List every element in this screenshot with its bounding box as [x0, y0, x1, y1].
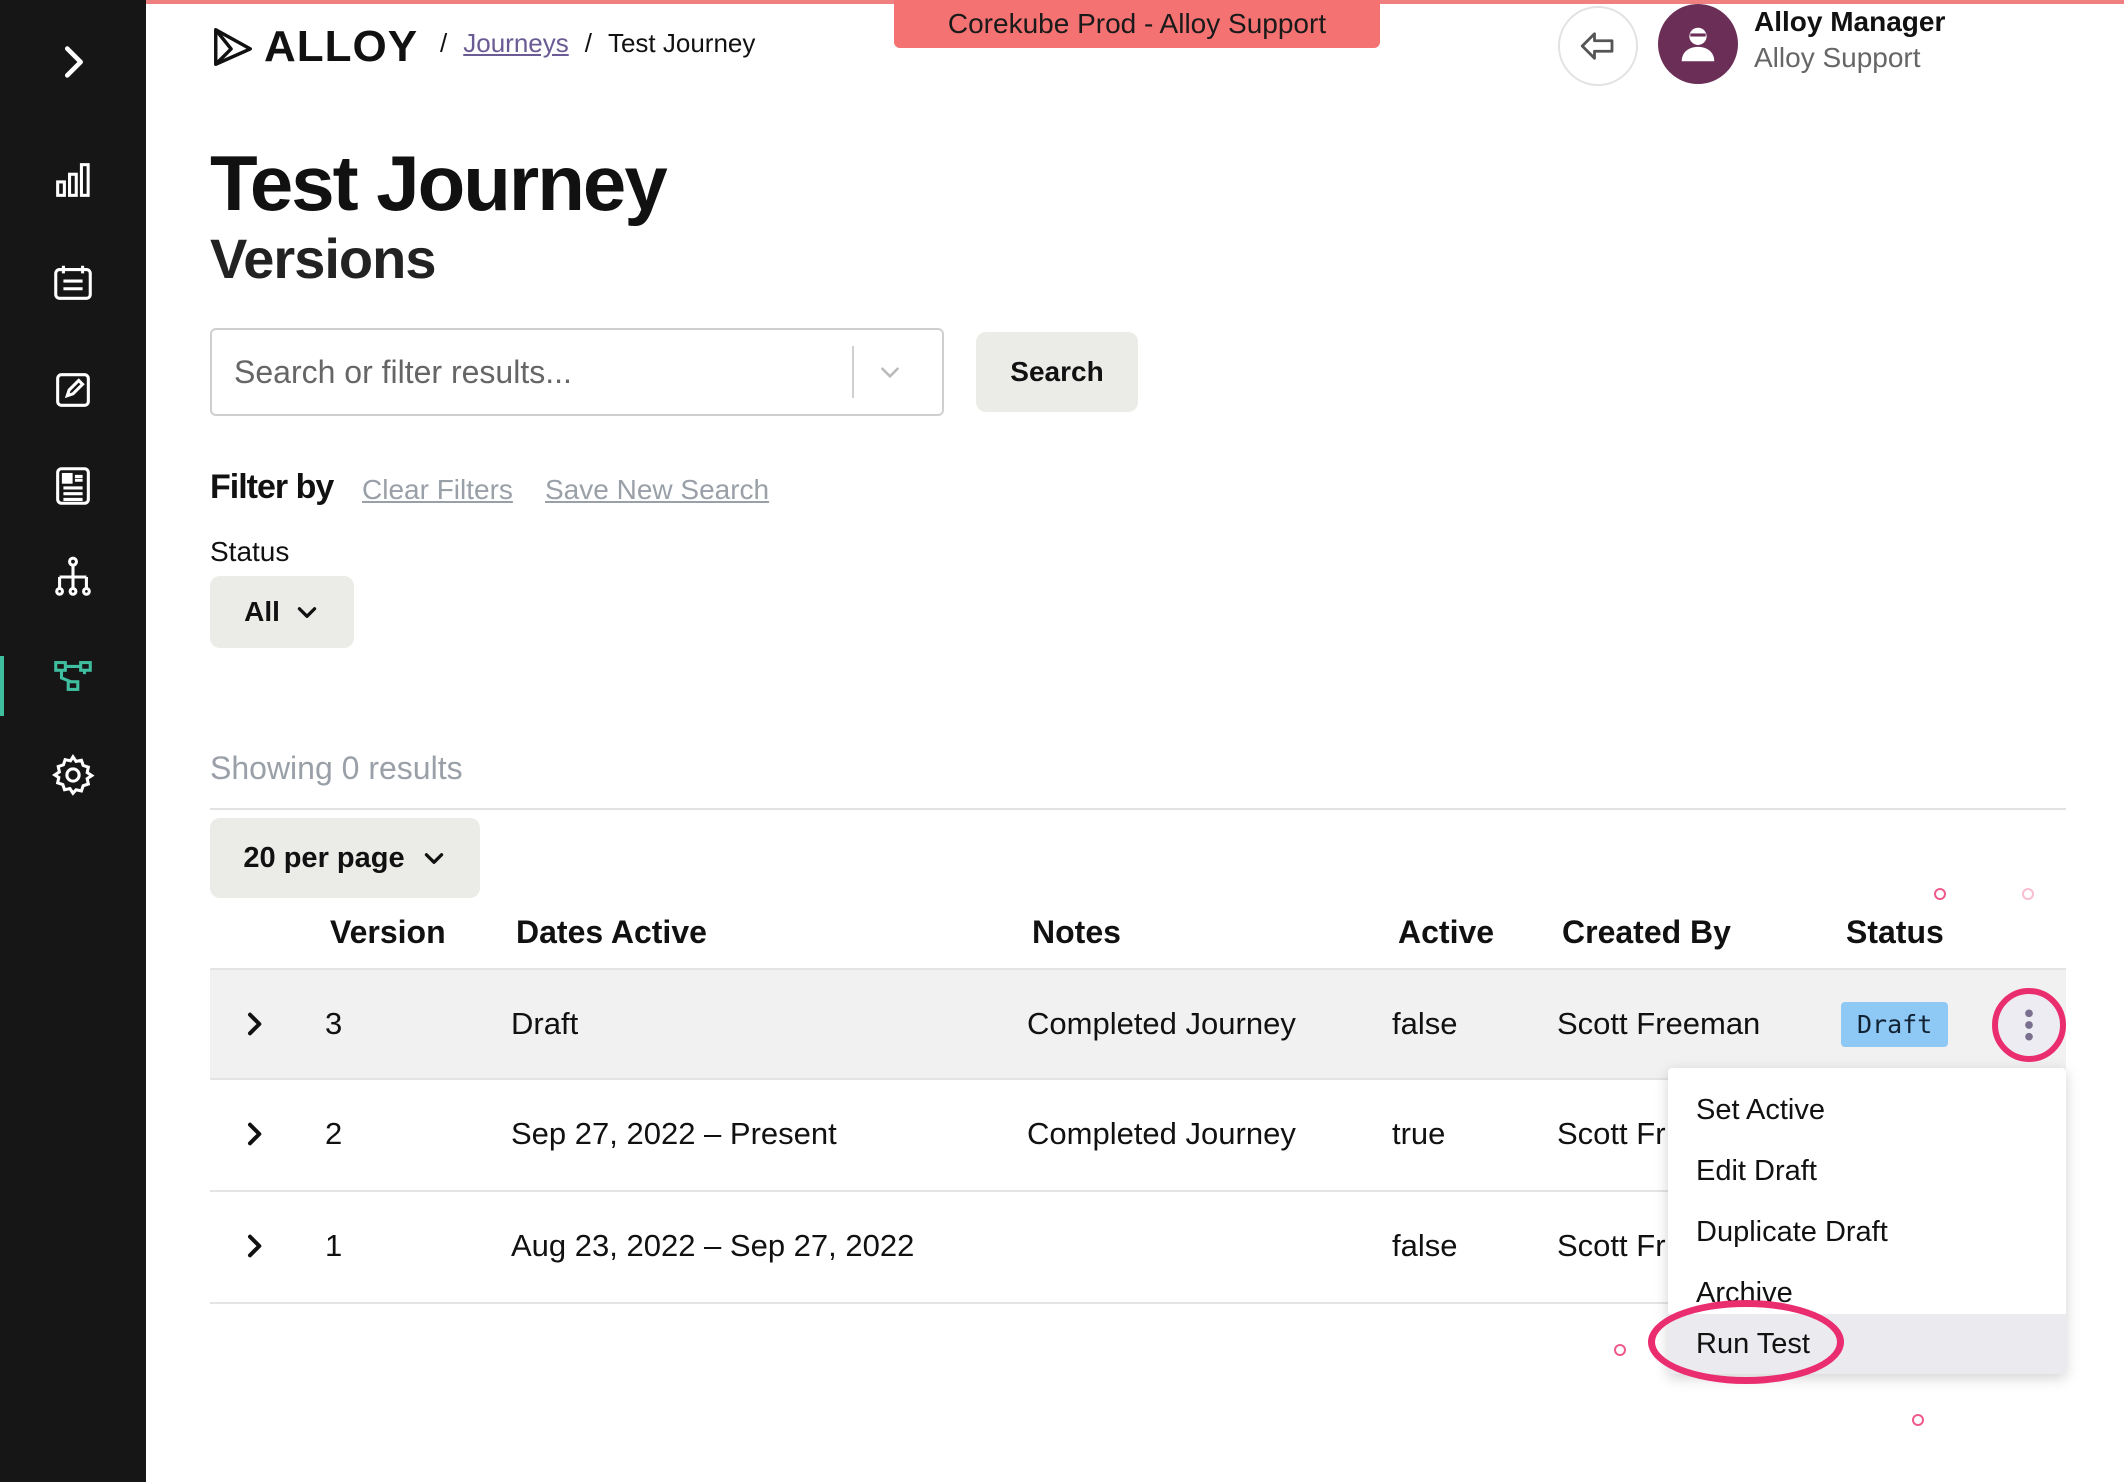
sidebar-item-hierarchy[interactable]: [0, 537, 146, 617]
chevron-right-icon: [248, 1234, 262, 1258]
notes-cell: Completed Journey: [1027, 1006, 1296, 1041]
document-icon: [56, 467, 90, 505]
sidebar-item-applications[interactable]: [0, 243, 146, 323]
back-arrow-icon: [1580, 32, 1614, 60]
breadcrumb-current: Test Journey: [607, 28, 756, 58]
column-header-created-by[interactable]: Created By: [1562, 914, 1731, 951]
dates-active-cell: Aug 23, 2022 – Sep 27, 2022: [511, 1228, 915, 1263]
chevron-right-icon: [248, 1012, 262, 1036]
created-by-cell: Scott Fr: [1557, 1116, 1666, 1151]
divider: [210, 808, 2066, 810]
breadcrumb-journeys-link[interactable]: Journeys: [463, 28, 569, 59]
column-header-status[interactable]: Status: [1846, 914, 1944, 951]
table-row[interactable]: 3 Draft Completed Journey false Scott Fr…: [210, 968, 2066, 1080]
sidebar-item-documents[interactable]: [0, 446, 146, 526]
column-header-dates-active[interactable]: Dates Active: [516, 914, 707, 951]
page-subtitle: Versions: [210, 227, 436, 290]
sidebar-item-journeys[interactable]: [0, 636, 146, 716]
annotation-dot: [1912, 1414, 1924, 1426]
status-filter-dropdown[interactable]: All: [210, 576, 354, 648]
gear-icon: [51, 753, 95, 796]
breadcrumb-separator: /: [584, 28, 592, 58]
breadcrumb-separator: /: [440, 28, 448, 58]
per-page-value: 20 per page: [243, 841, 405, 874]
chevron-down-icon: [424, 853, 443, 864]
user-icon: [1681, 27, 1715, 62]
column-header-active[interactable]: Active: [1398, 914, 1494, 951]
alloy-logo-icon: [214, 28, 252, 66]
back-button[interactable]: [1558, 6, 1638, 86]
search-box: [210, 328, 944, 416]
status-cell: Draft: [1841, 970, 1949, 1078]
row-actions-button[interactable]: [1992, 988, 2066, 1062]
row-expand-button[interactable]: [238, 1192, 270, 1300]
dates-active-cell: Sep 27, 2022 – Present: [511, 1116, 837, 1151]
created-by-cell: Scott Freeman: [1557, 1006, 1761, 1041]
sidebar-item-dashboard[interactable]: [0, 140, 146, 220]
notes-cell: Completed Journey: [1027, 1116, 1296, 1151]
status-filter-label: Status: [210, 536, 290, 567]
chevron-right-icon: [248, 1122, 262, 1146]
annotation-dot: [2022, 888, 2034, 900]
sidebar-expand-button[interactable]: [0, 22, 146, 102]
user-name: Alloy Manager: [1754, 6, 1946, 37]
annotation-dot: [1934, 888, 1946, 900]
active-cell: true: [1392, 1116, 1446, 1151]
chevron-right-icon: [64, 46, 83, 78]
breadcrumb: / Journeys / Test Journey: [440, 28, 755, 59]
sidebar: [0, 0, 146, 1482]
list-card-icon: [54, 265, 92, 300]
edit-icon: [56, 373, 90, 407]
highlight-annotation: [1648, 1300, 1844, 1384]
active-cell: false: [1392, 1006, 1458, 1041]
bar-chart-icon: [56, 163, 90, 197]
version-cell: 3: [325, 1006, 343, 1041]
sidebar-item-editor[interactable]: [0, 350, 146, 430]
chevron-down-icon: [881, 367, 899, 379]
logo-text: ALLOY: [264, 22, 419, 71]
clear-filters-link[interactable]: Clear Filters: [362, 474, 513, 506]
version-cell: 2: [325, 1116, 343, 1151]
alloy-logo[interactable]: ALLOY: [210, 22, 418, 72]
hierarchy-icon: [55, 556, 91, 596]
filter-by-label: Filter by: [210, 468, 334, 506]
menu-item-edit-draft[interactable]: Edit Draft: [1668, 1141, 2066, 1201]
status-filter-value: All: [244, 596, 280, 627]
status-badge: Draft: [1841, 1001, 1949, 1047]
menu-item-duplicate-draft[interactable]: Duplicate Draft: [1668, 1202, 2066, 1262]
created-by-cell: Scott Fr: [1557, 1228, 1666, 1263]
page-title: Test Journey: [210, 139, 668, 227]
row-expand-button[interactable]: [238, 1080, 270, 1188]
more-vertical-icon: [2025, 1009, 2033, 1041]
annotation-dot: [1614, 1344, 1626, 1356]
avatar[interactable]: [1658, 4, 1738, 84]
chevron-down-icon: [297, 607, 317, 618]
row-expand-button[interactable]: [238, 970, 270, 1078]
column-header-notes[interactable]: Notes: [1032, 914, 1121, 951]
menu-item-set-active[interactable]: Set Active: [1668, 1080, 2066, 1140]
active-cell: false: [1392, 1228, 1458, 1263]
column-header-version[interactable]: Version: [330, 914, 446, 951]
search-button[interactable]: Search: [976, 332, 1138, 412]
search-input[interactable]: [212, 332, 852, 412]
version-cell: 1: [325, 1228, 343, 1263]
results-count: Showing 0 results: [210, 750, 463, 786]
user-organization: Alloy Support: [1754, 42, 1921, 73]
search-dropdown-toggle[interactable]: [854, 332, 926, 412]
sidebar-item-settings[interactable]: [0, 735, 146, 815]
workflow-icon: [54, 661, 92, 691]
environment-banner: Corekube Prod - Alloy Support: [894, 0, 1380, 48]
per-page-dropdown[interactable]: 20 per page: [210, 818, 480, 898]
dates-active-cell: Draft: [511, 1006, 579, 1041]
save-new-search-link[interactable]: Save New Search: [545, 474, 769, 506]
